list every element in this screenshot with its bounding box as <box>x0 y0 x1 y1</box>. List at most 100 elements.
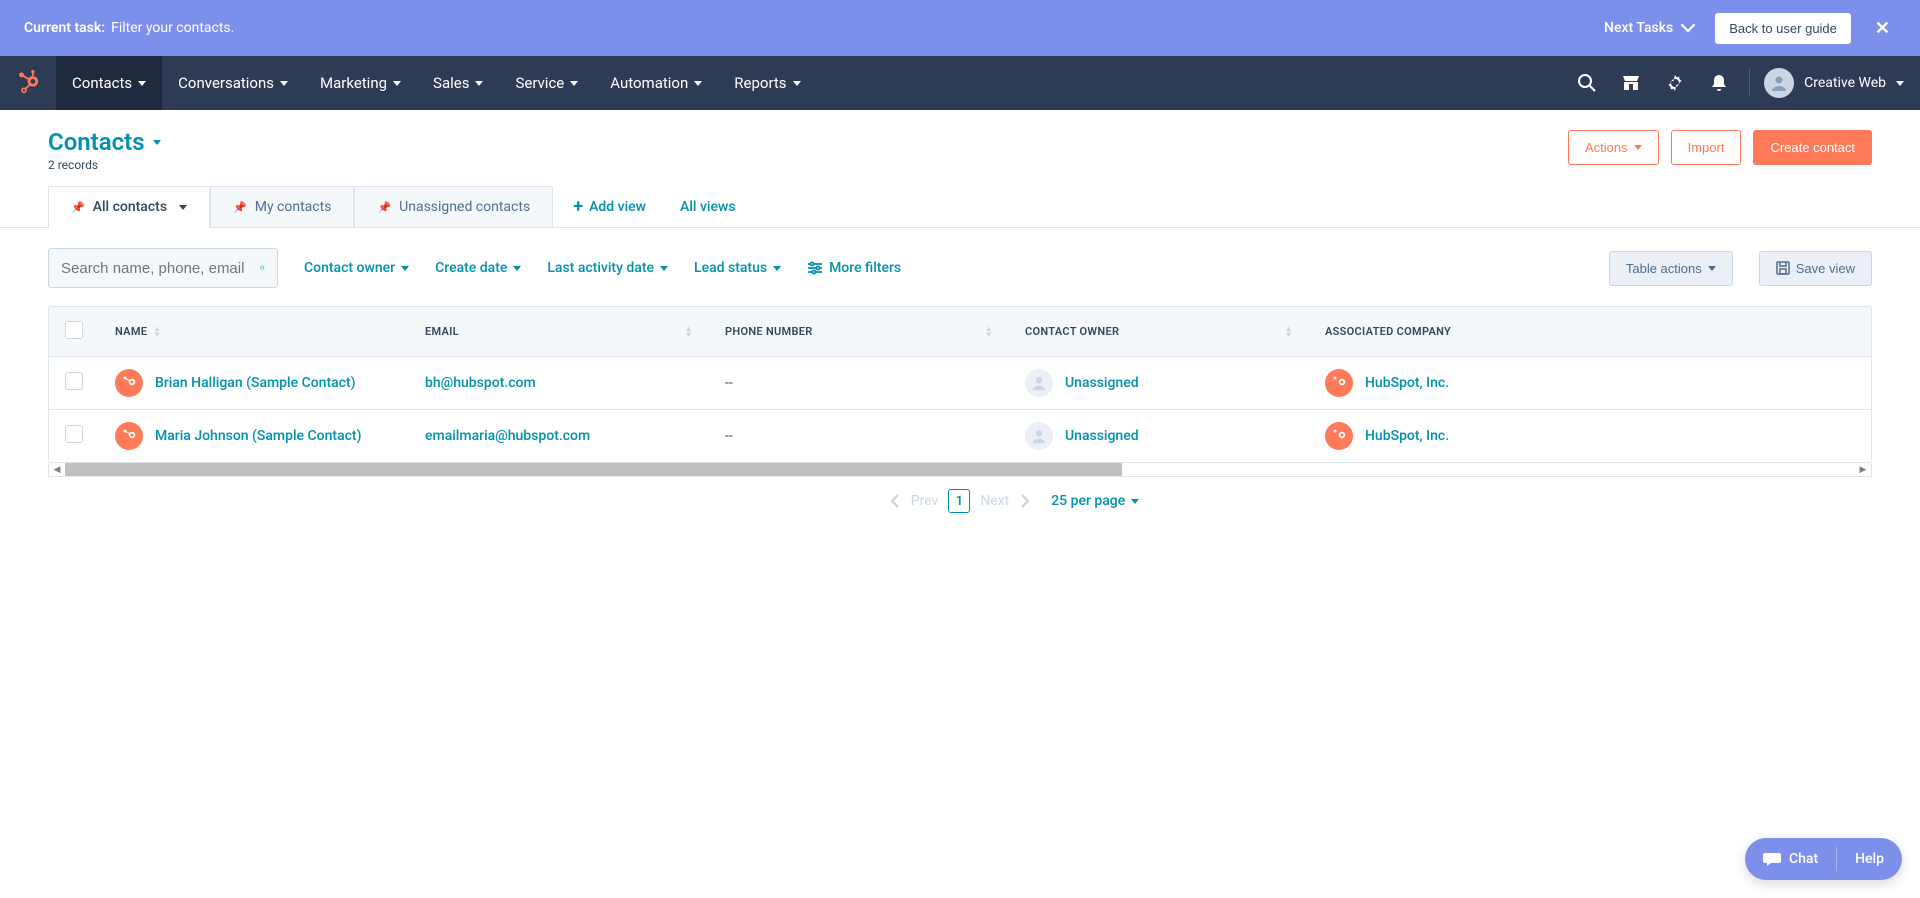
tab-all-contacts[interactable]: 📌All contacts <box>48 186 210 228</box>
contact-name-link[interactable]: Brian Halligan (Sample Contact) <box>155 375 356 391</box>
actions-button[interactable]: Actions <box>1568 130 1659 165</box>
search-icon <box>260 259 265 277</box>
pin-icon: 📌 <box>71 201 85 214</box>
company-link[interactable]: HubSpot, Inc. <box>1365 375 1449 391</box>
col-owner[interactable]: CONTACT OWNER <box>1025 325 1119 338</box>
col-company[interactable]: ASSOCIATED COMPANY <box>1325 325 1451 338</box>
marketplace-icon[interactable] <box>1609 56 1653 110</box>
nav-contacts-label: Contacts <box>72 74 132 92</box>
col-email[interactable]: EMAIL <box>425 325 459 338</box>
add-view-button[interactable]: +Add view <box>553 196 666 217</box>
nav-sales[interactable]: Sales <box>417 56 499 110</box>
nav-service[interactable]: Service <box>499 56 594 110</box>
actions-label: Actions <box>1585 140 1628 155</box>
select-all-checkbox[interactable] <box>65 321 83 339</box>
chevron-right-icon[interactable] <box>1019 493 1031 509</box>
caret-down-icon <box>280 81 288 86</box>
table-row[interactable]: Brian Halligan (Sample Contact) bh@hubsp… <box>49 357 1871 410</box>
close-icon[interactable]: ✕ <box>1869 18 1896 39</box>
row-checkbox[interactable] <box>65 372 83 390</box>
contact-name-link[interactable]: Maria Johnson (Sample Contact) <box>155 428 361 444</box>
tab-unassigned-contacts[interactable]: 📌Unassigned contacts <box>354 186 553 227</box>
table-actions-label: Table actions <box>1626 261 1702 276</box>
more-filters-button[interactable]: More filters <box>807 260 901 276</box>
filter-contact-owner[interactable]: Contact owner <box>304 260 409 276</box>
import-button[interactable]: Import <box>1671 130 1742 165</box>
task-bar: Current task: Filter your contacts. Next… <box>0 0 1920 56</box>
hubspot-logo-icon[interactable] <box>0 70 56 96</box>
caret-down-icon <box>793 81 801 86</box>
create-contact-button[interactable]: Create contact <box>1753 130 1872 165</box>
col-phone[interactable]: PHONE NUMBER <box>725 325 813 338</box>
table-row[interactable]: Maria Johnson (Sample Contact) emailmari… <box>49 410 1871 463</box>
nav-contacts[interactable]: Contacts <box>56 56 162 110</box>
filter-create-date[interactable]: Create date <box>435 260 521 276</box>
sort-icon[interactable]: ▲▼ <box>153 326 161 338</box>
caret-down-icon <box>475 81 483 86</box>
sliders-icon <box>807 261 823 275</box>
view-tabs: 📌All contacts 📌My contacts 📌Unassigned c… <box>0 186 1920 228</box>
nav-conversations[interactable]: Conversations <box>162 56 304 110</box>
chevron-left-icon[interactable] <box>889 493 901 509</box>
scroll-thumb[interactable] <box>65 463 1122 476</box>
sort-icon[interactable]: ▲▼ <box>685 326 693 338</box>
contact-owner-link[interactable]: Unassigned <box>1065 375 1139 391</box>
contact-phone: -- <box>725 375 733 391</box>
nav-marketing[interactable]: Marketing <box>304 56 417 110</box>
save-view-button[interactable]: Save view <box>1759 251 1872 286</box>
col-name[interactable]: NAME <box>115 325 147 338</box>
pagination: Prev 1 Next 25 per page <box>48 477 1872 525</box>
nav-automation[interactable]: Automation <box>594 56 718 110</box>
chat-icon <box>1763 851 1781 867</box>
record-count: 2 records <box>48 158 161 172</box>
nav-automation-label: Automation <box>610 74 688 92</box>
contact-owner-link[interactable]: Unassigned <box>1065 428 1139 444</box>
settings-gear-icon[interactable] <box>1653 56 1697 110</box>
tab-my-contacts[interactable]: 📌My contacts <box>210 186 354 227</box>
scroll-left-arrow-icon[interactable]: ◀ <box>49 463 65 476</box>
per-page-label: 25 per page <box>1051 493 1125 509</box>
filters-row: Contact owner Create date Last activity … <box>48 228 1872 306</box>
chevron-down-icon <box>1681 23 1695 33</box>
company-avatar-icon <box>1325 369 1353 397</box>
sort-icon[interactable]: ▲▼ <box>985 326 993 338</box>
search-icon[interactable] <box>1565 56 1609 110</box>
scroll-right-arrow-icon[interactable]: ▶ <box>1855 463 1871 476</box>
per-page-dropdown[interactable]: 25 per page <box>1051 493 1139 509</box>
search-input-wrapper[interactable] <box>48 248 278 288</box>
next-button[interactable]: Next <box>980 493 1009 509</box>
sort-icon[interactable]: ▲▼ <box>1285 326 1293 338</box>
nav-reports[interactable]: Reports <box>718 56 816 110</box>
pin-icon: 📌 <box>233 201 247 214</box>
caret-down-icon <box>1131 499 1139 504</box>
help-button[interactable]: Help <box>1837 838 1902 880</box>
page-title-dropdown[interactable]: Contacts <box>48 128 161 156</box>
task-text: Filter your contacts. <box>111 20 234 36</box>
caret-down-icon <box>401 266 409 271</box>
back-to-guide-button[interactable]: Back to user guide <box>1715 13 1851 44</box>
save-icon <box>1776 261 1790 275</box>
caret-down-icon <box>153 140 161 145</box>
next-tasks-dropdown[interactable]: Next Tasks <box>1604 20 1695 36</box>
chat-label: Chat <box>1789 851 1818 867</box>
filter-lead-status[interactable]: Lead status <box>694 260 781 276</box>
company-link[interactable]: HubSpot, Inc. <box>1365 428 1449 444</box>
contact-email-link[interactable]: bh@hubspot.com <box>425 375 536 391</box>
pin-icon: 📌 <box>377 201 391 214</box>
caret-down-icon <box>1708 266 1716 271</box>
contact-email-link[interactable]: emailmaria@hubspot.com <box>425 428 590 444</box>
filter-last-activity[interactable]: Last activity date <box>547 260 668 276</box>
notifications-bell-icon[interactable] <box>1697 56 1741 110</box>
horizontal-scrollbar[interactable]: ◀ ▶ <box>48 463 1872 477</box>
search-input[interactable] <box>61 260 260 277</box>
table-actions-button[interactable]: Table actions <box>1609 251 1733 286</box>
all-views-link[interactable]: All views <box>666 199 750 215</box>
account-menu[interactable]: Creative Web <box>1758 68 1904 98</box>
caret-down-icon <box>773 266 781 271</box>
filter-label: Create date <box>435 260 507 276</box>
prev-button[interactable]: Prev <box>911 493 939 509</box>
row-checkbox[interactable] <box>65 425 83 443</box>
page-number[interactable]: 1 <box>948 489 970 513</box>
chat-button[interactable]: Chat <box>1745 838 1836 880</box>
task-label: Current task: <box>24 20 105 36</box>
